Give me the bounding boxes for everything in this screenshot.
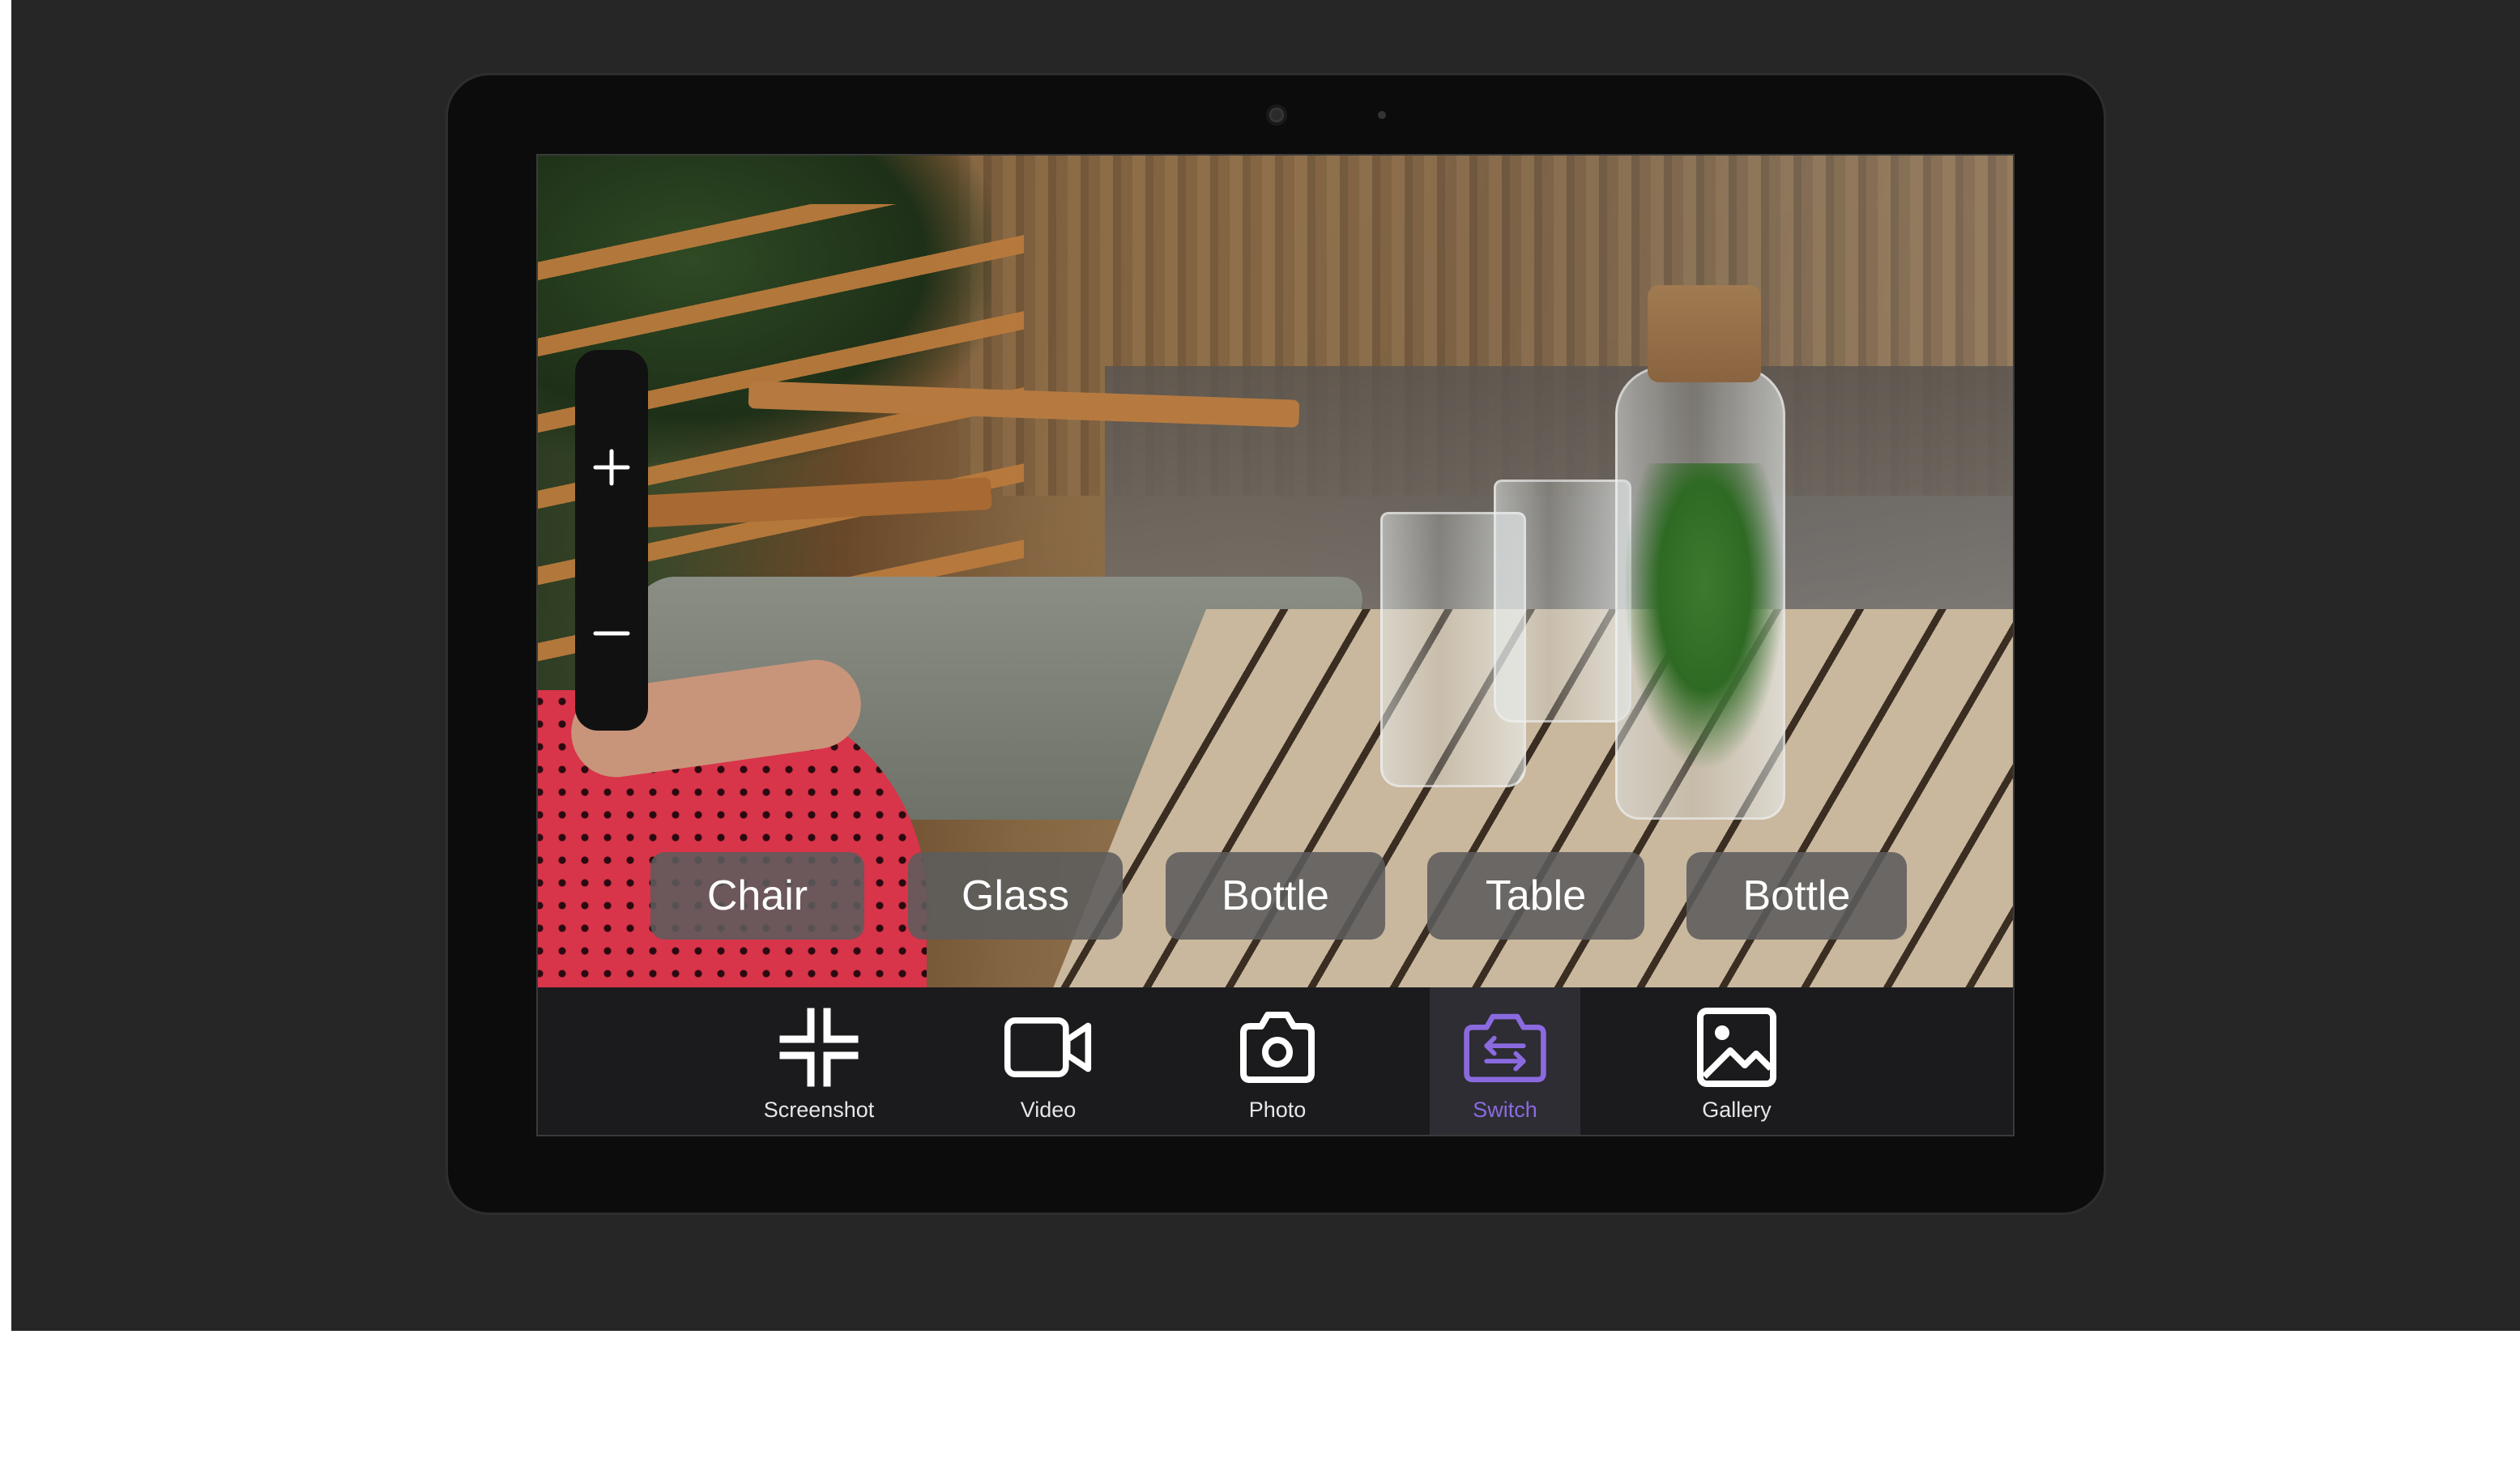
object-chip-chair[interactable]: Chair <box>650 852 864 940</box>
zoom-out-button[interactable] <box>575 589 648 678</box>
detected-object-labels: Chair Glass Bottle Table Bottle <box>538 852 2013 941</box>
object-chip-bottle[interactable]: Bottle <box>1166 852 1385 940</box>
switch-camera-button[interactable]: Switch <box>1430 987 1580 1135</box>
gallery-icon <box>1697 1008 1776 1087</box>
front-camera-sensor <box>1378 111 1386 119</box>
gallery-button[interactable]: Gallery <box>1661 987 1812 1135</box>
camera-viewfinder[interactable]: Chair Glass Bottle Table Bottle <box>538 156 2013 987</box>
zoom-in-button[interactable] <box>575 423 648 512</box>
zoom-control <box>575 350 648 731</box>
photo-label: Photo <box>1248 1098 1307 1122</box>
tablet-screen: Chair Glass Bottle Table Bottle Screensh… <box>536 154 2015 1136</box>
video-camera-icon <box>1004 1017 1092 1077</box>
object-chip-glass[interactable]: Glass <box>908 852 1123 940</box>
camera-icon <box>1240 1012 1315 1083</box>
switch-label: Switch <box>1473 1098 1537 1122</box>
screenshot-label: Screenshot <box>763 1098 875 1122</box>
plus-icon <box>593 449 630 486</box>
minus-icon <box>593 631 630 636</box>
object-chip-table[interactable]: Table <box>1427 852 1644 940</box>
video-button[interactable]: Video <box>973 987 1124 1135</box>
tablet-device: Chair Glass Bottle Table Bottle Screensh… <box>446 73 2106 1215</box>
screenshot-icon <box>779 1008 859 1087</box>
camera-toolbar: Screenshot Video Photo Switch Gallery <box>538 987 2013 1135</box>
switch-camera-icon <box>1464 1013 1546 1083</box>
screenshot-button[interactable]: Screenshot <box>744 987 894 1135</box>
object-chip-bottle-2[interactable]: Bottle <box>1686 852 1907 940</box>
front-camera-lens <box>1266 104 1287 126</box>
gallery-label: Gallery <box>1702 1098 1772 1122</box>
photo-button[interactable]: Photo <box>1202 987 1353 1135</box>
video-label: Video <box>1020 1098 1077 1122</box>
